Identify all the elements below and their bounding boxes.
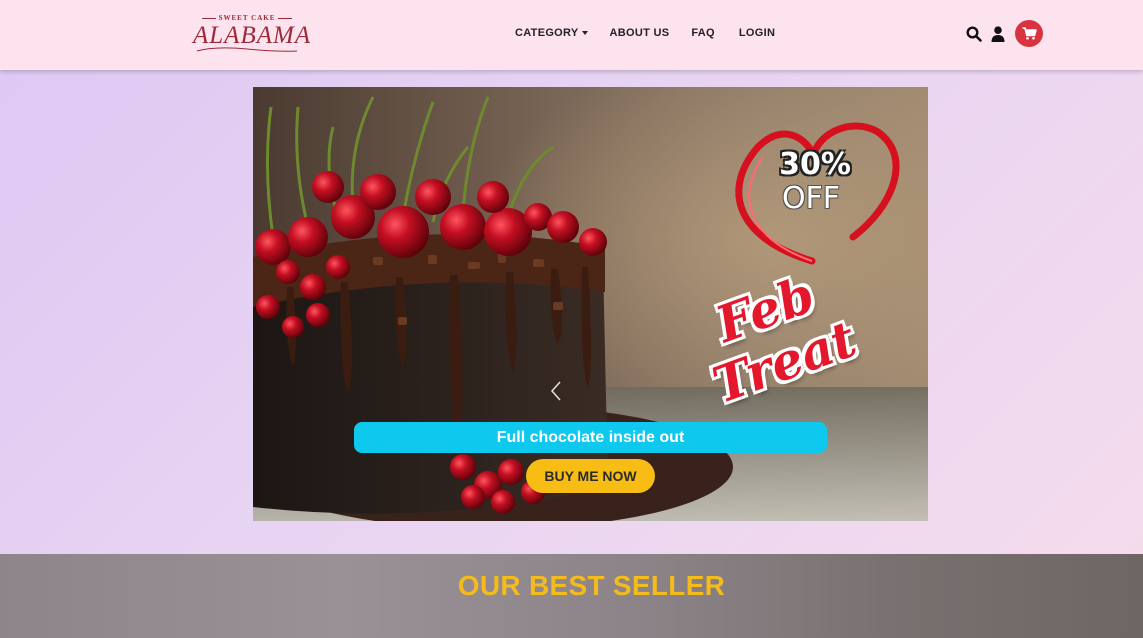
nav-login-label: LOGIN xyxy=(738,27,776,39)
hero-caption: Full chocolate inside out xyxy=(354,422,827,453)
nav-category-label: CATEGORY xyxy=(515,27,579,39)
user-icon[interactable] xyxy=(991,26,1005,42)
cart-button[interactable] xyxy=(1015,20,1043,47)
nav-about-us[interactable]: ABOUT US xyxy=(610,27,670,39)
logo-swash-icon xyxy=(196,47,298,52)
carousel-prev-control[interactable] xyxy=(549,380,563,402)
brand-logo[interactable]: SWEET CAKE ALABAMA xyxy=(193,14,310,54)
best-seller-heading: OUR BEST SELLER xyxy=(457,570,726,601)
main-nav: CATEGORY ABOUT US FAQ LOGIN xyxy=(515,27,775,39)
nav-login[interactable]: LOGIN xyxy=(739,27,775,39)
buy-now-button[interactable]: BUY ME NOW xyxy=(526,459,655,493)
cart-icon xyxy=(1022,27,1037,40)
nav-about-label: ABOUT US xyxy=(609,27,670,39)
promo-off: OFF xyxy=(781,181,841,216)
nav-faq-label: FAQ xyxy=(691,27,715,39)
nav-category[interactable]: CATEGORY xyxy=(515,27,588,39)
promo-percent: 30% xyxy=(779,147,851,182)
navbar: SWEET CAKE ALABAMA CATEGORY ABOUT US FAQ… xyxy=(0,0,1143,70)
nav-faq[interactable]: FAQ xyxy=(691,27,715,39)
best-seller-section: OUR BEST SELLER xyxy=(0,554,1143,638)
caret-down-icon xyxy=(581,31,588,35)
search-icon[interactable] xyxy=(966,26,982,42)
